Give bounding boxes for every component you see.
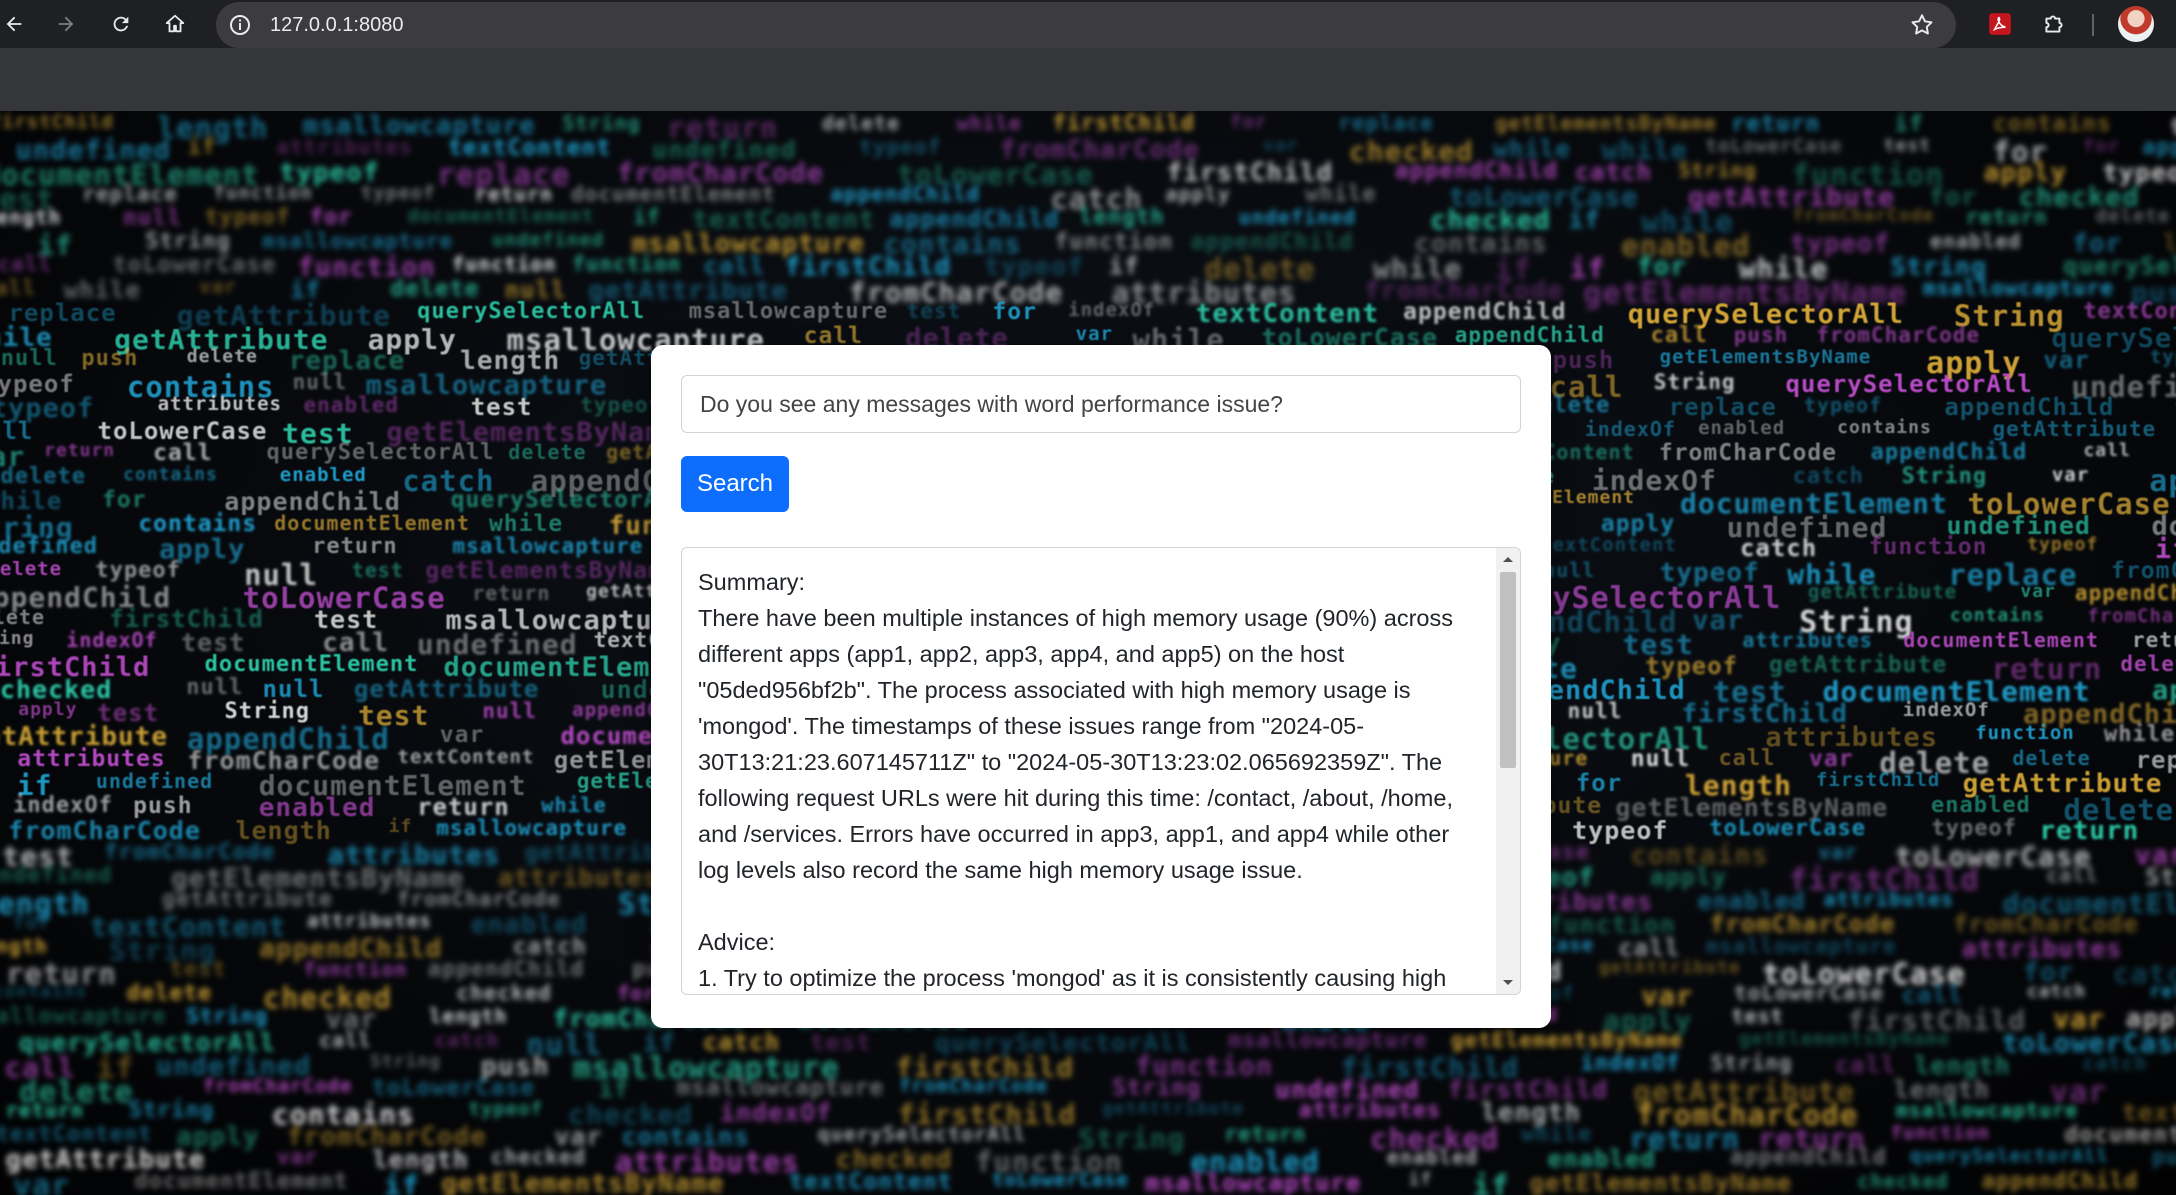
forward-button[interactable] [48, 6, 84, 42]
back-arrow-icon [6, 16, 22, 32]
toolbar-divider [2092, 14, 2094, 36]
browser-chrome: 127.0.0.1:8080 [0, 0, 2176, 111]
url-text[interactable]: 127.0.0.1:8080 [270, 13, 403, 37]
bookmark-button[interactable] [1906, 9, 1938, 41]
puzzle-icon [2045, 15, 2063, 33]
page-background: firstChild length msallowcapture String retu… [0, 111, 2176, 1195]
reload-button[interactable] [103, 6, 139, 42]
result-textarea[interactable]: Summary: There have been multiple instan… [681, 547, 1521, 995]
address-bar[interactable]: 127.0.0.1:8080 [216, 2, 1956, 48]
avatar[interactable] [2118, 6, 2154, 42]
search-button[interactable]: Search [681, 456, 789, 512]
result-scrollbar[interactable] [1496, 548, 1520, 994]
pdf-extension-button[interactable] [1984, 8, 2016, 40]
home-button[interactable] [157, 6, 193, 42]
reload-icon [113, 16, 129, 32]
scroll-thumb[interactable] [1500, 572, 1516, 768]
extensions-button[interactable] [2038, 8, 2070, 40]
scroll-down-arrow-icon[interactable] [1496, 972, 1520, 994]
home-icon [165, 14, 185, 33]
search-card: Search Summary: There have been multiple… [651, 345, 1551, 1028]
query-input[interactable] [681, 375, 1521, 433]
result-text: Summary: There have been multiple instan… [698, 569, 1453, 991]
back-button[interactable] [0, 6, 32, 42]
pdf-icon [1989, 13, 2011, 35]
info-icon[interactable] [228, 13, 252, 37]
scroll-up-arrow-icon[interactable] [1496, 548, 1520, 570]
browser-toolbar: 127.0.0.1:8080 [0, 0, 2176, 48]
forward-arrow-icon [58, 16, 74, 32]
star-icon [1911, 14, 1933, 35]
